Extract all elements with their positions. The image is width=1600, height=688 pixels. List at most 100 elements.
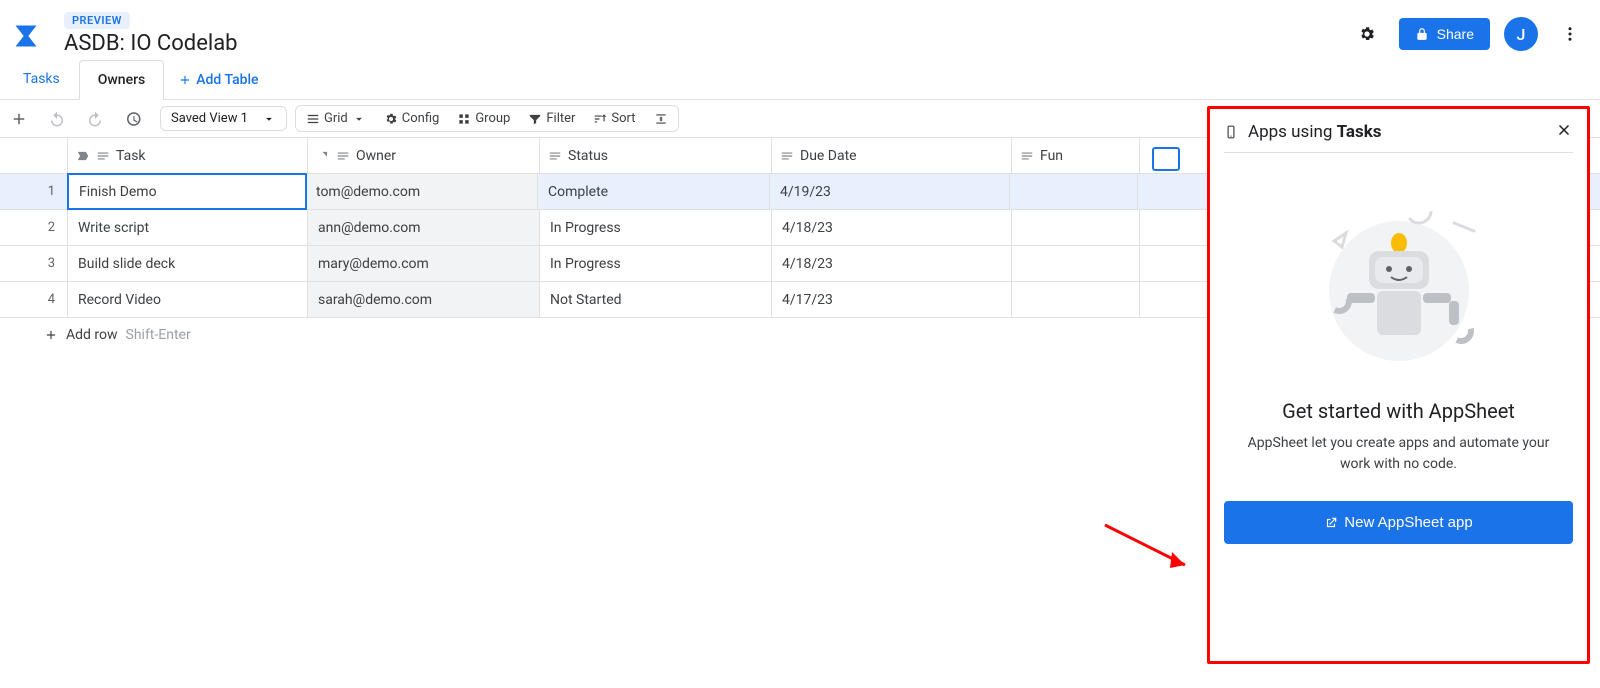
share-label: Share <box>1437 26 1474 42</box>
selected-column-indicator <box>1152 147 1180 171</box>
text-icon <box>96 149 110 163</box>
cell-task[interactable]: Write script <box>68 210 308 245</box>
close-panel-button[interactable] <box>1555 121 1573 142</box>
cell-task[interactable]: Finish Demo <box>67 173 307 210</box>
cell-extra[interactable] <box>1138 174 1178 209</box>
cell-status[interactable]: In Progress <box>540 246 772 281</box>
column-header-status[interactable]: Status <box>540 138 772 173</box>
cell-fun[interactable] <box>1012 210 1140 245</box>
add-table-button[interactable]: Add Table <box>164 72 272 88</box>
logo-title-area: PREVIEW ASDB: IO Codelab <box>8 12 238 56</box>
new-app-label: New AppSheet app <box>1344 514 1472 531</box>
filter-icon <box>528 112 542 126</box>
config-button[interactable]: Config <box>380 109 444 128</box>
add-button[interactable] <box>4 104 34 134</box>
cell-extra[interactable] <box>1140 210 1180 245</box>
cell-owner[interactable]: sarah@demo.com <box>308 282 540 317</box>
settings-button[interactable] <box>1349 16 1385 52</box>
panel-title: Apps using Tasks <box>1248 122 1545 142</box>
panel-body: Get started with AppSheet AppSheet let y… <box>1224 153 1573 544</box>
cell-owner[interactable]: tom@demo.com <box>306 174 538 209</box>
column-header-extra[interactable] <box>1140 138 1180 173</box>
group-icon <box>457 112 471 126</box>
cell-due-date[interactable]: 4/18/23 <box>772 246 1012 281</box>
new-appsheet-app-button[interactable]: New AppSheet app <box>1224 501 1573 544</box>
cell-task[interactable]: Build slide deck <box>68 246 308 281</box>
title-column: PREVIEW ASDB: IO Codelab <box>64 12 238 56</box>
more-menu-button[interactable] <box>1552 16 1588 52</box>
panel-header: Apps using Tasks <box>1224 121 1573 153</box>
cell-owner[interactable]: mary@demo.com <box>308 246 540 281</box>
plus-icon <box>44 328 58 342</box>
share-button[interactable]: Share <box>1399 18 1490 50</box>
redo-button[interactable] <box>80 104 110 134</box>
chevron-down-icon <box>352 112 366 126</box>
saved-view-dropdown[interactable]: Saved View 1 <box>160 106 287 131</box>
column-header-due-date[interactable]: Due Date <box>772 138 1012 173</box>
ref-arrow-icon <box>316 149 330 163</box>
open-in-new-icon <box>1324 516 1338 530</box>
history-button[interactable] <box>118 104 148 134</box>
tab-owners[interactable]: Owners <box>79 60 164 100</box>
panel-description: AppSheet let you create apps and automat… <box>1224 433 1573 475</box>
close-icon <box>1555 121 1573 139</box>
cell-fun[interactable] <box>1012 246 1140 281</box>
cell-owner[interactable]: ann@demo.com <box>308 210 540 245</box>
tab-tasks[interactable]: Tasks <box>4 60 79 100</box>
cell-status[interactable]: Not Started <box>540 282 772 317</box>
sort-button[interactable]: Sort <box>589 109 639 128</box>
cell-due-date[interactable]: 4/18/23 <box>772 210 1012 245</box>
preview-badge: PREVIEW <box>64 12 130 29</box>
text-icon <box>780 149 794 163</box>
undo-button[interactable] <box>42 104 72 134</box>
grid-view-button[interactable]: Grid <box>302 109 370 128</box>
row-number: 1 <box>0 174 68 209</box>
more-vert-icon <box>1561 25 1579 43</box>
row-number: 2 <box>0 210 68 245</box>
filter-button[interactable]: Filter <box>524 109 579 128</box>
gear-icon <box>384 112 398 126</box>
sort-icon <box>593 112 607 126</box>
annotation-arrow <box>1100 520 1200 584</box>
lock-icon <box>1415 27 1429 41</box>
add-row-hint: Shift-Enter <box>126 327 191 343</box>
cell-fun[interactable] <box>1012 282 1140 317</box>
text-icon <box>548 149 562 163</box>
cell-status[interactable]: In Progress <box>540 210 772 245</box>
appsheet-logo-icon <box>8 18 44 54</box>
apps-side-panel: Apps using Tasks <box>1207 106 1590 664</box>
cell-extra[interactable] <box>1140 282 1180 317</box>
table-tabs-row: Tasks Owners Add Table <box>0 60 1600 100</box>
row-number: 3 <box>0 246 68 281</box>
saved-view-label: Saved View 1 <box>171 111 248 126</box>
cell-status[interactable]: Complete <box>538 174 770 209</box>
cell-task[interactable]: Record Video <box>68 282 308 317</box>
add-row-label: Add row <box>66 327 118 343</box>
chevron-down-icon <box>262 112 276 126</box>
row-height-icon <box>654 112 668 126</box>
row-number: 4 <box>0 282 68 317</box>
cell-due-date[interactable]: 4/17/23 <box>772 282 1012 317</box>
view-options-group: Grid Config Group Filter Sort <box>295 105 679 132</box>
plus-icon <box>178 73 192 87</box>
smartphone-icon <box>1224 125 1238 139</box>
robot-illustration <box>1299 181 1499 381</box>
user-avatar[interactable]: J <box>1504 17 1538 51</box>
gear-icon <box>1358 25 1376 43</box>
row-number-header <box>0 138 68 173</box>
label-icon <box>76 149 90 163</box>
row-height-button[interactable] <box>650 110 672 128</box>
group-button[interactable]: Group <box>453 109 514 128</box>
column-header-owner[interactable]: Owner <box>308 138 540 173</box>
cell-fun[interactable] <box>1010 174 1138 209</box>
cell-extra[interactable] <box>1140 246 1180 281</box>
list-icon <box>306 112 320 126</box>
cell-due-date[interactable]: 4/19/23 <box>770 174 1010 209</box>
column-header-task[interactable]: Task <box>68 138 308 173</box>
header: PREVIEW ASDB: IO Codelab Share J <box>0 0 1600 60</box>
undo-icon <box>48 110 66 128</box>
column-header-fun[interactable]: Fun <box>1012 138 1140 173</box>
app-title[interactable]: ASDB: IO Codelab <box>64 31 238 56</box>
add-table-label: Add Table <box>196 72 258 88</box>
history-icon <box>124 110 142 128</box>
